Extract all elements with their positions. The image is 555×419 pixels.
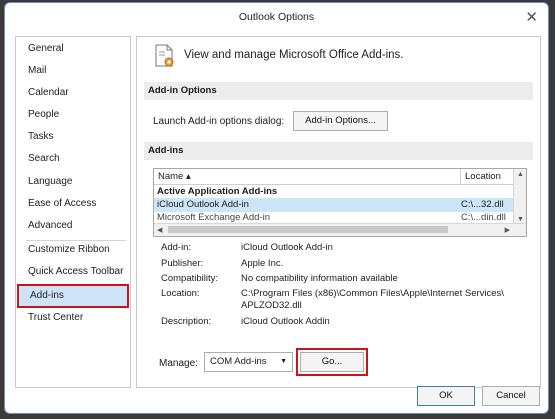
list-item-selected[interactable]: iCloud Outlook Add-in C:\...32.dll	[154, 198, 514, 212]
title-bar: Outlook Options ✕	[5, 3, 548, 29]
row-name: Microsoft Exchange Add-in	[157, 212, 271, 223]
sidebar-item-search[interactable]: Search	[16, 148, 130, 170]
sidebar-item-customize-ribbon[interactable]: Customize Ribbon	[16, 239, 130, 261]
scroll-right-icon[interactable]: ▶	[505, 226, 510, 234]
ok-button[interactable]: OK	[417, 386, 475, 406]
chevron-down-icon: ▼	[280, 358, 287, 365]
cancel-button[interactable]: Cancel	[482, 386, 540, 406]
sidebar-item-general[interactable]: General	[16, 38, 130, 60]
detail-label-addin: Add-in:	[161, 242, 192, 253]
group-name: Active Application Add-ins	[157, 186, 278, 197]
sidebar-item-mail[interactable]: Mail	[16, 60, 130, 82]
page-header: View and manage Microsoft Office Add-ins…	[184, 49, 404, 61]
addins-list[interactable]: Name ▴ Location Active Application Add-i…	[153, 168, 527, 237]
sidebar-item-calendar[interactable]: Calendar	[16, 82, 130, 104]
addins-panel: View and manage Microsoft Office Add-ins…	[136, 36, 541, 388]
scroll-thumb[interactable]	[168, 226, 448, 233]
detail-label-publisher: Publisher:	[161, 258, 204, 269]
sidebar-item-advanced[interactable]: Advanced	[16, 215, 130, 237]
scroll-left-icon[interactable]: ◀	[157, 226, 162, 234]
sidebar-nav: General Mail Calendar People Tasks Searc…	[15, 36, 131, 388]
row-location: C:\...32.dll	[461, 199, 504, 210]
detail-value-addin: iCloud Outlook Add-in	[241, 242, 333, 253]
sidebar-item-tasks[interactable]: Tasks	[16, 126, 130, 148]
sidebar-item-people[interactable]: People	[16, 104, 130, 126]
detail-value-location: C:\Program Files (x86)\Common Files\Appl…	[241, 288, 504, 311]
column-header-location[interactable]: Location	[461, 169, 514, 185]
sidebar-item-ease-of-access[interactable]: Ease of Access	[16, 193, 130, 215]
close-icon[interactable]: ✕	[525, 8, 538, 26]
sidebar-item-language[interactable]: Language	[16, 171, 130, 193]
sidebar-item-add-ins[interactable]: Add-ins	[17, 284, 129, 308]
detail-value-publisher: Apple Inc.	[241, 258, 284, 269]
vertical-scrollbar[interactable]: ▲ ▼	[513, 169, 526, 224]
sidebar-item-trust-center[interactable]: Trust Center	[16, 307, 130, 329]
launch-options-label: Launch Add-in options dialog:	[153, 116, 285, 127]
addin-options-button[interactable]: Add-in Options...	[293, 111, 388, 131]
column-header-name[interactable]: Name ▴	[154, 169, 461, 185]
detail-label-location: Location:	[161, 288, 200, 299]
manage-select-value: COM Add-ins	[210, 356, 267, 367]
scroll-up-icon[interactable]: ▲	[517, 171, 524, 178]
detail-label-description: Description:	[161, 316, 212, 327]
outlook-options-dialog: Outlook Options ✕ General Mail Calendar …	[4, 2, 549, 414]
section-addin-options: Add-in Options	[144, 82, 533, 100]
sidebar-item-quick-access-toolbar[interactable]: Quick Access Toolbar	[16, 261, 130, 283]
window-title: Outlook Options	[238, 11, 315, 23]
manage-select[interactable]: COM Add-ins ▼	[204, 352, 293, 372]
manage-label: Manage:	[159, 358, 198, 369]
row-name: iCloud Outlook Add-in	[157, 199, 249, 210]
horizontal-scrollbar[interactable]: ◀ ▶	[154, 223, 526, 236]
detail-value-description: iCloud Outlook Addin	[241, 316, 330, 327]
addins-page-icon	[155, 44, 174, 67]
detail-value-compatibility: No compatibility information available	[241, 273, 398, 284]
section-addins: Add-ins	[144, 142, 533, 160]
list-group-row: Active Application Add-ins	[154, 185, 514, 199]
scroll-down-icon[interactable]: ▼	[517, 216, 524, 223]
detail-label-compatibility: Compatibility:	[161, 273, 219, 284]
go-button[interactable]: Go...	[296, 348, 368, 376]
